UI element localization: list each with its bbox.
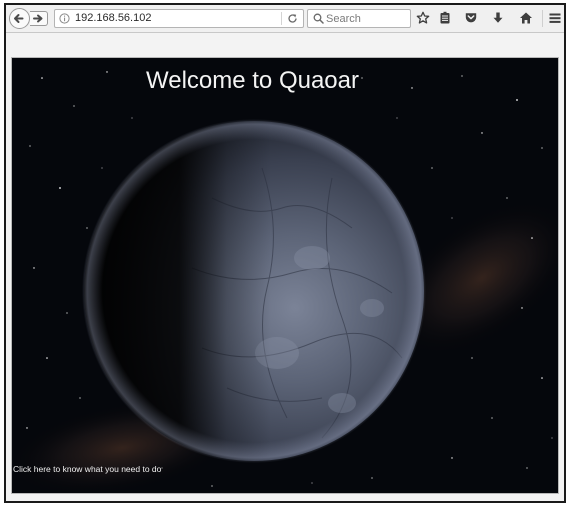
forward-button[interactable] bbox=[30, 11, 48, 26]
menu-icon[interactable] bbox=[548, 11, 562, 25]
back-button[interactable] bbox=[9, 8, 30, 29]
planet bbox=[82, 119, 426, 463]
web-page-content: Welcome to Quaoar Click here to know wha… bbox=[11, 57, 559, 494]
search-icon bbox=[313, 13, 324, 24]
instructions-link[interactable]: Click here to know what you need to do bbox=[13, 464, 161, 475]
url-bar-divider bbox=[281, 12, 282, 25]
url-text[interactable]: 192.168.56.102 bbox=[75, 11, 151, 26]
url-bar[interactable]: 192.168.56.102 bbox=[54, 9, 304, 28]
pocket-icon[interactable] bbox=[464, 11, 478, 25]
toolbar-divider bbox=[542, 10, 543, 27]
page-title: Welcome to Quaoar bbox=[146, 67, 359, 94]
bookmark-star-icon[interactable] bbox=[416, 11, 430, 25]
back-icon bbox=[14, 14, 24, 23]
search-input[interactable] bbox=[326, 11, 408, 26]
info-icon[interactable] bbox=[59, 13, 70, 24]
download-icon[interactable] bbox=[491, 11, 505, 25]
search-bar[interactable] bbox=[307, 9, 411, 28]
forward-icon bbox=[33, 14, 43, 23]
navigation-buttons bbox=[9, 8, 52, 29]
browser-toolbar: 192.168.56.102 bbox=[6, 5, 564, 33]
space-background bbox=[12, 58, 558, 493]
reading-list-icon[interactable] bbox=[438, 11, 452, 25]
browser-window: 192.168.56.102 Search Welcome to Quaoar … bbox=[4, 3, 566, 503]
reload-icon[interactable] bbox=[287, 13, 298, 24]
home-icon[interactable] bbox=[519, 11, 533, 25]
